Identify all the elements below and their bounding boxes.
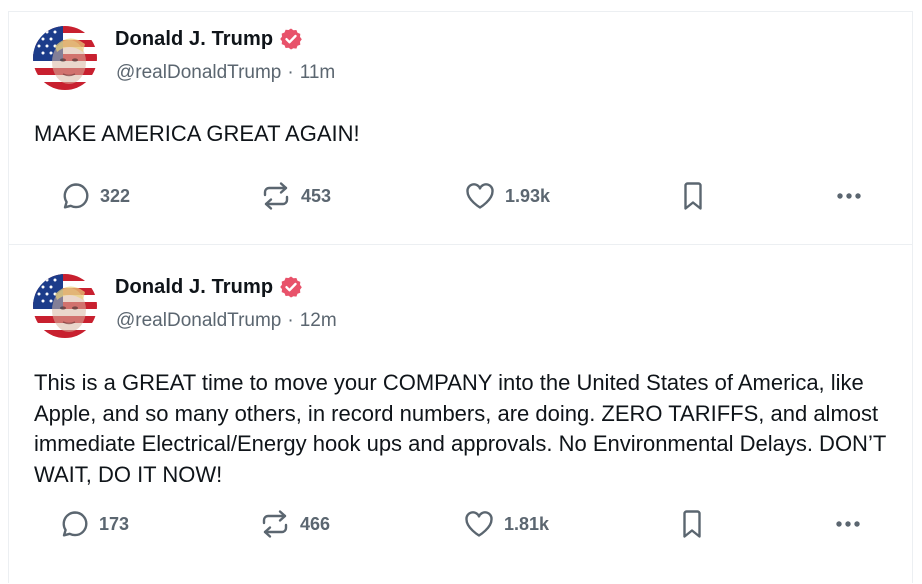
repost-arrows-icon [263,182,289,210]
reply-count: 322 [100,185,131,206]
like-count: 1.93k [505,185,551,206]
more-options-button[interactable] [833,508,863,540]
author-name[interactable]: Donald J. Trump [115,276,273,299]
post[interactable]: Donald J. Trump @realDonaldTrump · 11m M… [9,12,912,245]
reply-count: 173 [99,513,130,534]
bookmark-button[interactable] [679,508,705,540]
author-row: Donald J. Trump [115,26,303,52]
speech-bubble-icon [63,183,89,209]
meta-separator: · [287,62,294,83]
retruth-button[interactable]: 453 [260,180,331,212]
like-button[interactable]: 1.81k [463,508,549,540]
post-text: MAKE AMERICA GREAT AGAIN! [34,121,360,146]
repost-arrows-icon [262,510,288,538]
ellipsis-icon [837,193,861,199]
meta-separator: · [287,310,294,331]
ellipsis-icon [836,521,860,527]
avatar[interactable] [33,274,97,338]
reply-button[interactable]: 322 [61,180,130,212]
post-timestamp[interactable]: 11m [300,62,336,84]
post[interactable]: Donald J. Trump @realDonaldTrump · 12m T… [9,245,912,584]
verified-badge-icon [280,28,302,50]
author-meta: @realDonaldTrump · 12m [116,310,337,332]
retruth-button[interactable]: 466 [259,508,330,540]
post-actions: 322 453 1.93k [59,180,869,212]
verified-badge-icon [280,276,302,298]
retruth-count: 466 [300,513,331,534]
author-name[interactable]: Donald J. Trump [115,28,273,51]
like-count: 1.81k [504,513,550,534]
author-row: Donald J. Trump [115,274,303,300]
speech-bubble-icon [62,511,88,537]
bookmark-icon [683,510,701,538]
bookmark-icon [684,182,702,210]
post-actions: 173 466 1.81k [58,508,868,540]
author-meta: @realDonaldTrump · 11m [116,62,335,84]
author-handle[interactable]: @realDonaldTrump [116,62,281,84]
avatar[interactable] [33,26,97,90]
reply-button[interactable]: 173 [60,508,129,540]
retruth-count: 453 [301,185,332,206]
more-options-button[interactable] [834,180,864,212]
timeline-feed: Donald J. Trump @realDonaldTrump · 11m M… [8,11,913,583]
bookmark-button[interactable] [680,180,706,212]
like-button[interactable]: 1.93k [464,180,550,212]
heart-icon [465,511,493,537]
heart-icon [466,183,494,209]
author-handle[interactable]: @realDonaldTrump [116,310,281,332]
post-text: This is a GREAT time to move your COMPAN… [34,370,886,487]
post-timestamp[interactable]: 12m [300,310,337,332]
